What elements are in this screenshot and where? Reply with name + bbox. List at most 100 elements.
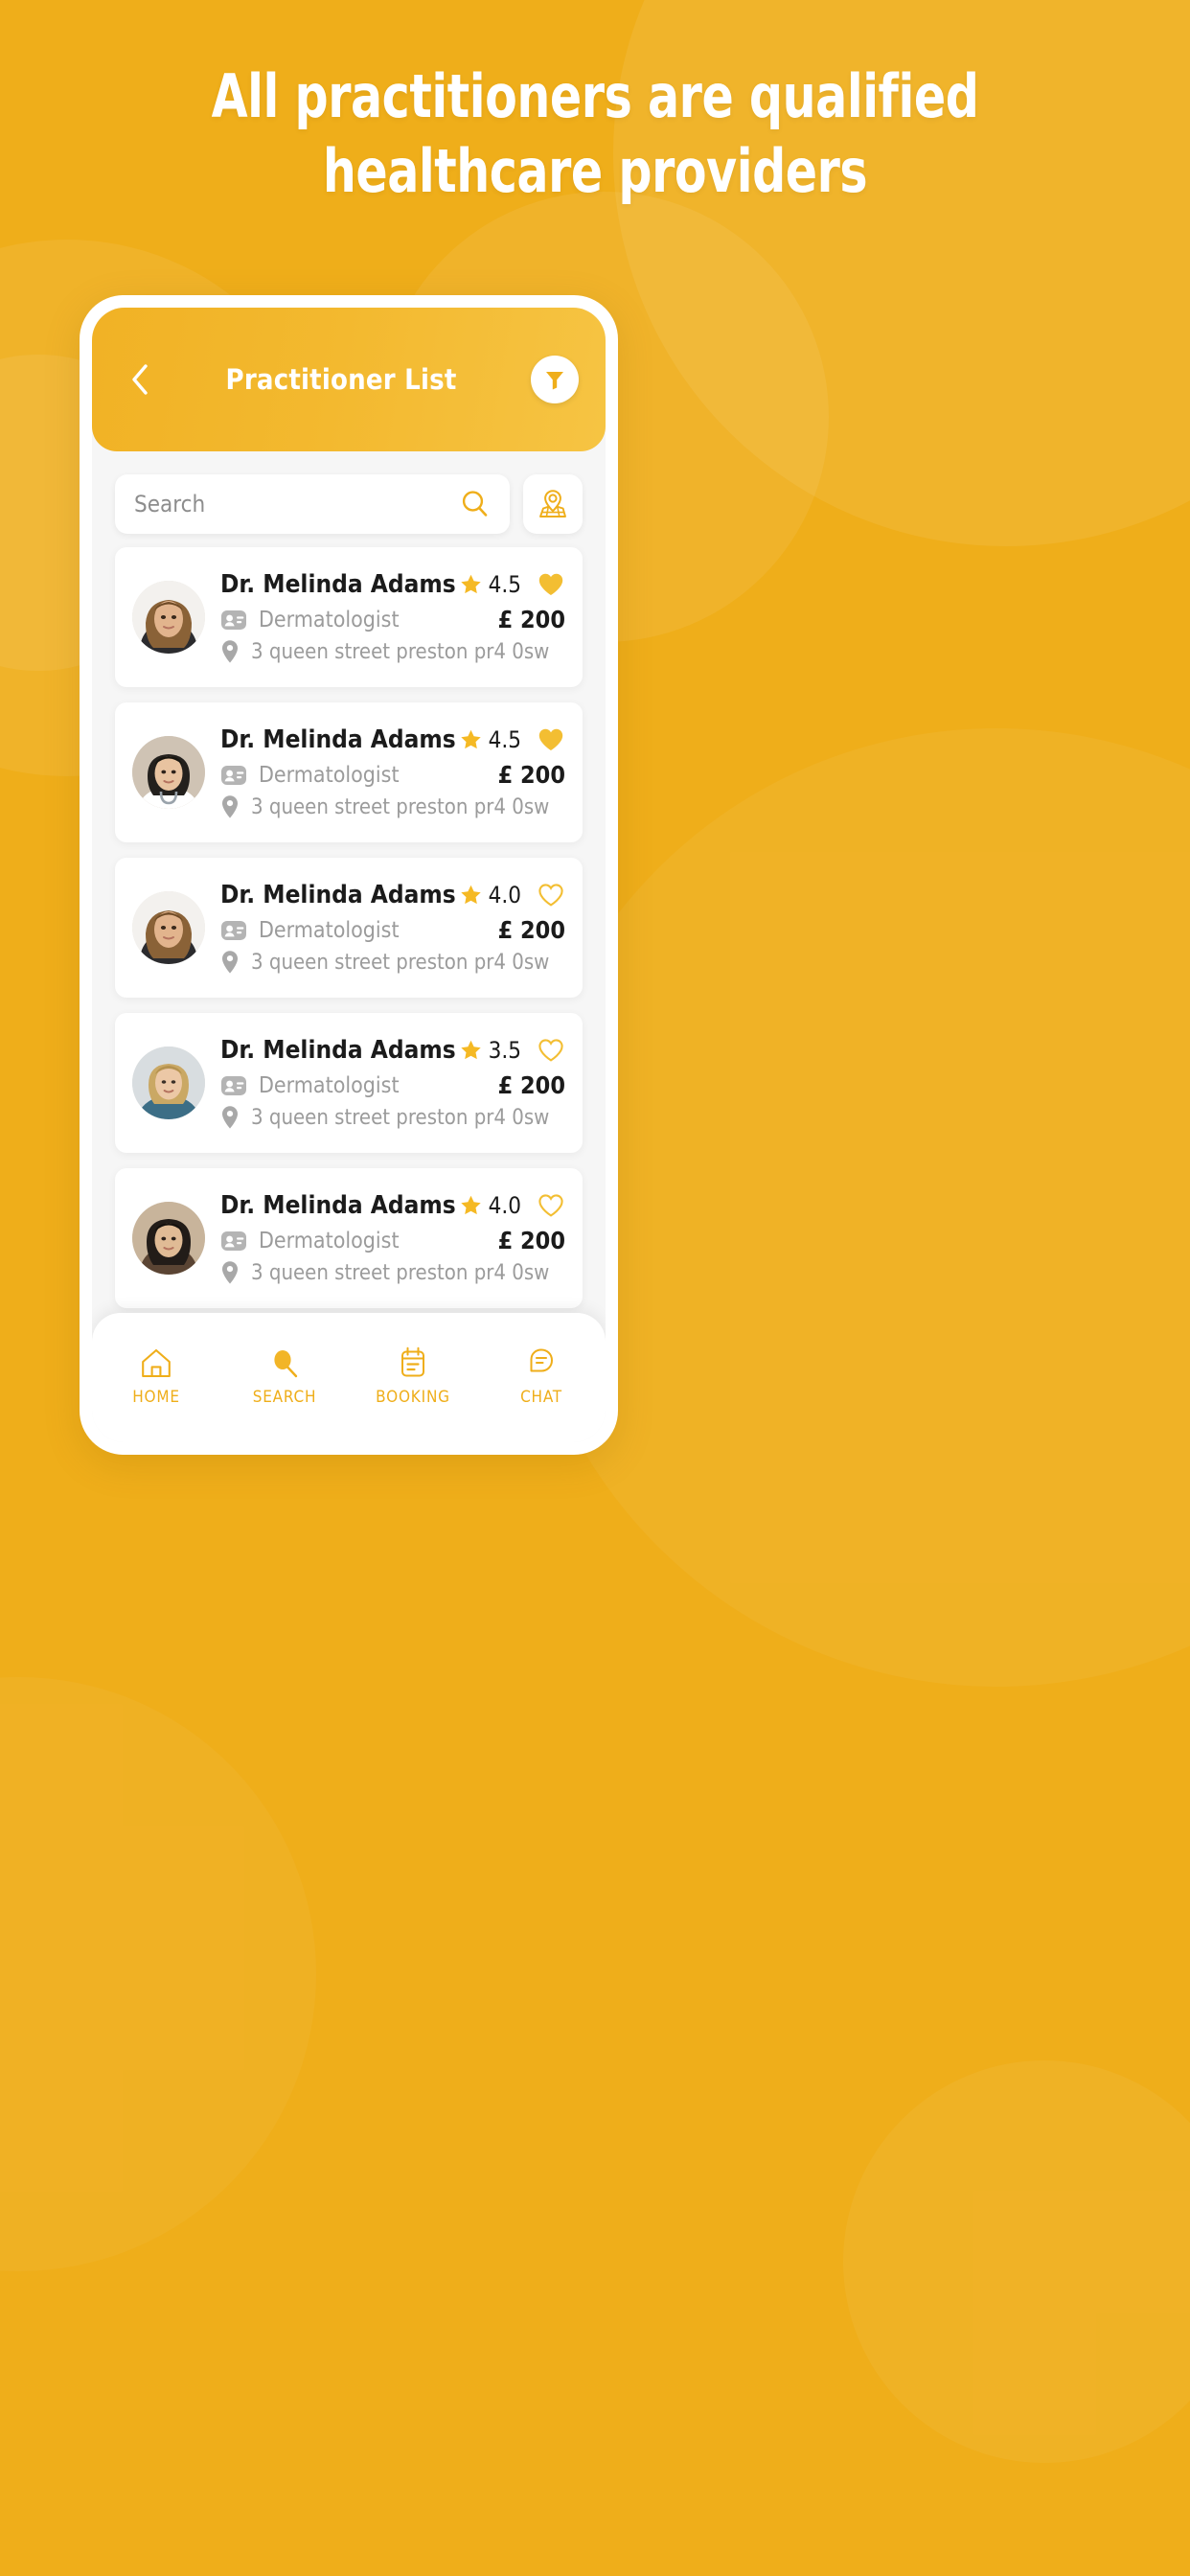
price: £ 200 [497,606,565,633]
card-body: Dr. Melinda Adams 4.0 Dermatologist £ 20… [205,1168,583,1308]
card-row-specialty: Dermatologist £ 200 [220,761,565,789]
nav-icon-wrap [140,1343,172,1379]
address: 3 queen street preston pr4 0sw [251,950,550,975]
card-row-name: Dr. Melinda Adams 4.0 [220,1191,565,1220]
bottom-navigation: HOME SEARCH BOOKING CHAT [92,1313,606,1442]
specialty: Dermatologist [259,762,400,788]
price: £ 200 [497,916,565,944]
nav-item-home[interactable]: HOME [92,1343,220,1407]
background-circle [0,1677,316,2271]
avatar-photo [132,891,205,964]
map-view-button[interactable] [523,474,583,534]
favorite-button[interactable] [537,571,565,598]
favorite-button[interactable] [537,1037,565,1064]
favorite-button[interactable] [537,1192,565,1219]
practitioner-name: Dr. Melinda Adams [220,1191,456,1220]
search-input[interactable] [134,491,460,518]
practitioner-list[interactable]: Dr. Melinda Adams 4.5 Dermatologist £ 20… [92,534,606,1308]
practitioner-card[interactable]: Dr. Melinda Adams 4.0 Dermatologist £ 20… [115,1168,583,1308]
card-body: Dr. Melinda Adams 4.5 Dermatologist £ 20… [205,702,583,842]
card-row-specialty: Dermatologist £ 200 [220,916,565,944]
page-title: Practitioner List [225,363,457,396]
rating: 3.5 [459,1037,521,1064]
background-circle [517,728,1190,1687]
filter-funnel-icon [546,372,563,390]
nav-item-booking[interactable]: BOOKING [349,1343,477,1407]
phone-mockup: Practitioner List Search Dr. Melinda Ada… [80,295,618,1455]
card-row-name: Dr. Melinda Adams 4.5 [220,725,565,754]
heart-outline-icon [538,1039,563,1062]
chat-bubble-icon [530,1348,553,1372]
practitioner-name: Dr. Melinda Adams [220,570,456,599]
chevron-left-icon [132,364,148,395]
search-box[interactable] [115,474,510,534]
card-body: Dr. Melinda Adams 4.0 Dermatologist £ 20… [205,858,583,998]
avatar [132,1202,205,1275]
calendar-icon [401,1346,424,1377]
phone-screen: Practitioner List Search Dr. Melinda Ada… [92,308,606,1442]
location-pin-icon [222,1106,238,1129]
specialty: Dermatologist [259,1072,400,1098]
practitioner-card[interactable]: Dr. Melinda Adams 4.5 Dermatologist £ 20… [115,702,583,842]
card-row-name: Dr. Melinda Adams 4.0 [220,881,565,909]
id-badge-icon [221,1075,246,1095]
nav-label-search: SEARCH [252,1388,317,1407]
location-pin-icon [222,640,238,663]
address: 3 queen street preston pr4 0sw [251,1260,550,1285]
nav-item-search[interactable]: SEARCH [220,1343,349,1407]
card-body: Dr. Melinda Adams 3.5 Dermatologist £ 20… [205,1013,583,1153]
practitioner-name: Dr. Melinda Adams [220,1036,456,1065]
favorite-button[interactable] [537,726,565,753]
practitioner-card[interactable]: Dr. Melinda Adams 3.5 Dermatologist £ 20… [115,1013,583,1153]
rating: 4.5 [459,571,521,598]
card-row-address: 3 queen street preston pr4 0sw [220,1260,565,1285]
address: 3 queen street preston pr4 0sw [251,639,550,664]
nav-icon-wrap [399,1343,427,1379]
price: £ 200 [497,1227,565,1254]
avatar-photo [132,736,205,809]
address: 3 queen street preston pr4 0sw [251,794,550,819]
star-icon [460,574,481,594]
location-pin-icon [222,1261,238,1284]
location-pin-icon [222,795,238,818]
practitioner-card[interactable]: Dr. Melinda Adams 4.5 Dermatologist £ 20… [115,547,583,687]
nav-label-home: HOME [132,1388,180,1407]
search-icon[interactable] [460,489,491,519]
id-badge-icon [221,920,246,940]
app-header: Practitioner List [92,308,606,451]
id-badge-icon [221,765,246,785]
star-icon [460,1195,481,1215]
nav-item-chat[interactable]: CHAT [477,1343,606,1407]
heart-outline-icon [538,884,563,907]
headline-line-2: healthcare providers [322,136,868,206]
id-badge-icon [221,610,246,630]
practitioner-name: Dr. Melinda Adams [220,881,456,909]
favorite-button[interactable] [537,882,565,908]
avatar [132,736,205,809]
card-body: Dr. Melinda Adams 4.5 Dermatologist £ 20… [205,547,583,687]
star-icon [460,1040,481,1060]
card-row-address: 3 queen street preston pr4 0sw [220,1105,565,1130]
filter-button[interactable] [531,356,579,403]
specialty-group: Dermatologist [220,1229,498,1254]
background-circle [843,2060,1190,2463]
specialty-group: Dermatologist [220,763,498,788]
avatar [132,1046,205,1119]
star-icon [460,885,481,905]
practitioner-card[interactable]: Dr. Melinda Adams 4.0 Dermatologist £ 20… [115,858,583,998]
nav-label-chat: CHAT [520,1388,562,1407]
price: £ 200 [497,761,565,789]
rating-value: 3.5 [488,1037,521,1064]
heart-outline-icon [538,1194,563,1217]
card-row-address: 3 queen street preston pr4 0sw [220,950,565,975]
rating: 4.0 [459,1192,521,1219]
promo-headline: All practitioners are qualified healthca… [72,59,1119,209]
heart-filled-icon [538,728,563,750]
specialty-group: Dermatologist [220,1073,498,1098]
avatar [132,581,205,654]
nav-label-booking: BOOKING [376,1388,450,1407]
card-row-name: Dr. Melinda Adams 4.5 [220,570,565,599]
card-row-name: Dr. Melinda Adams 3.5 [220,1036,565,1065]
nav-icon-wrap [527,1343,556,1379]
specialty: Dermatologist [259,1228,400,1254]
